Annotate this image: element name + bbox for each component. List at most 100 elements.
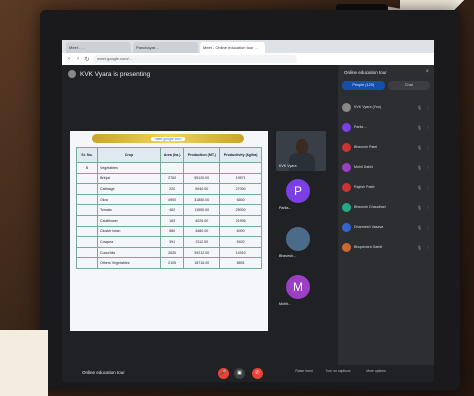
list-item[interactable]: KVK Vyara (You) 🎙 ⋮ bbox=[342, 97, 430, 117]
table-cell bbox=[76, 225, 98, 238]
table-row: Okra 4900 31850.00 6500 bbox=[76, 193, 262, 206]
table-cell: Cluster bean bbox=[97, 225, 161, 238]
participant-list: KVK Vyara (You) 🎙 ⋮ Parita ... 🎙 ⋮ Bhavesh Pat… bbox=[342, 97, 430, 257]
participant-tile-label: Mohit... bbox=[279, 302, 291, 306]
more-icon[interactable]: ⋮ bbox=[426, 165, 430, 170]
section-label: Vegetables bbox=[97, 162, 161, 174]
presenting-banner: KVK Vyara is presenting bbox=[68, 70, 150, 78]
participant-name: Rajesh Patel bbox=[354, 185, 375, 189]
raise-hand-button[interactable]: Raise hand bbox=[290, 369, 318, 373]
tab-chat[interactable]: Chat bbox=[387, 81, 430, 90]
table-cell: 220 bbox=[159, 183, 185, 195]
monitor-screen: Meet - ... Panchayat ... Meet - Online e… bbox=[62, 40, 434, 382]
list-item[interactable]: Bhavesh Patel 🎙 ⋮ bbox=[342, 137, 430, 157]
col-header-crop: Crop bbox=[97, 147, 161, 163]
table-cell: 14910 bbox=[219, 246, 262, 259]
more-icon[interactable]: ⋮ bbox=[426, 145, 430, 150]
table-cell bbox=[76, 257, 98, 269]
presenting-label: KVK Vyara is presenting bbox=[80, 70, 151, 78]
meet-control-bar: Online education tour 🎤 ▣ ✆ Raise hand T… bbox=[62, 365, 434, 382]
more-icon[interactable]: ⋮ bbox=[426, 105, 430, 110]
table-cell: 2105 bbox=[159, 257, 185, 269]
participant-name: Bhupendra Gamit bbox=[354, 245, 383, 249]
end-call-button[interactable]: ✆ bbox=[252, 368, 263, 379]
avatar bbox=[342, 202, 351, 212]
mic-icon: 🎙 bbox=[417, 184, 423, 190]
list-item[interactable]: Dharmesh Vasava 🎙 ⋮ bbox=[342, 217, 430, 237]
table-cell: 21995 bbox=[219, 214, 262, 227]
participant-tile-label: Parita... bbox=[279, 206, 292, 210]
table-cell: Others Vegetables bbox=[97, 257, 161, 269]
list-item[interactable]: Bhupendra Gamit 🎙 ⋮ bbox=[342, 237, 430, 257]
participant-tile-avatar[interactable]: P bbox=[286, 179, 310, 203]
table-row: Brinjal 2760 55120.00 19971 bbox=[76, 172, 262, 185]
browser-tab-bar: Meet - ... Panchayat ... Meet - Online e… bbox=[62, 40, 434, 53]
browser-tab[interactable]: Panchayat ... bbox=[133, 42, 198, 53]
table-cell bbox=[76, 193, 98, 206]
list-item[interactable]: Bhavesh Chaudhari 🎙 ⋮ bbox=[342, 197, 430, 217]
list-item[interactable]: Parita ... 🎙 ⋮ bbox=[342, 117, 430, 137]
browser-tab-active[interactable]: Meet - Online education tour ... bbox=[200, 42, 265, 53]
mic-icon: 🎙 bbox=[417, 144, 423, 150]
back-icon[interactable]: ‹ bbox=[66, 56, 72, 62]
more-icon[interactable]: ⋮ bbox=[426, 225, 430, 230]
presenter-avatar bbox=[68, 70, 76, 78]
table-cell: 11550.00 bbox=[183, 204, 221, 216]
more-icon[interactable]: ⋮ bbox=[426, 205, 430, 210]
table-header-row: Sr. No. Crop Area (ha.) Production (MT.)… bbox=[76, 147, 262, 163]
table-section-row: B Vegetables bbox=[76, 162, 262, 174]
more-icon[interactable]: ⋮ bbox=[426, 245, 430, 250]
table-cell: 5940.00 bbox=[183, 183, 221, 195]
section-number: B bbox=[76, 162, 98, 174]
browser-tab[interactable]: Meet - ... bbox=[66, 42, 131, 53]
table-cell: 6000 bbox=[219, 225, 262, 238]
table-cell: 183 bbox=[159, 214, 185, 227]
table-cell: 4900 bbox=[159, 193, 185, 206]
url-field[interactable]: meet.google.com/... bbox=[93, 55, 297, 63]
participant-tile-avatar[interactable] bbox=[286, 227, 310, 251]
table-cell: 6500 bbox=[219, 193, 262, 206]
close-icon[interactable]: × bbox=[425, 69, 429, 75]
table-cell: Cowpea bbox=[97, 236, 161, 248]
address-bar: ‹ › ↻ meet.google.com/... bbox=[62, 53, 434, 65]
table-cell bbox=[76, 236, 98, 248]
col-header-productivity: Productivity (kg/ha) bbox=[219, 147, 262, 163]
table-cell: Cucurbits bbox=[97, 246, 161, 259]
col-header-production: Production (MT.) bbox=[183, 147, 221, 163]
table-row: Cabbage 220 5940.00 27000 bbox=[76, 183, 262, 195]
avatar bbox=[342, 122, 351, 132]
participant-tile-avatar[interactable]: M bbox=[286, 275, 310, 299]
table-cell bbox=[76, 183, 98, 195]
mic-icon: 🎙 bbox=[417, 164, 423, 170]
more-icon[interactable]: ⋮ bbox=[426, 125, 430, 130]
participant-name: Parita ... bbox=[354, 125, 368, 129]
meeting-name: Online education tour bbox=[82, 370, 125, 375]
panel-title: Online education tour bbox=[344, 70, 387, 75]
crop-table: Sr. No. Crop Area (ha.) Production (MT.)… bbox=[76, 147, 262, 269]
table-cell: 8891 bbox=[219, 257, 262, 269]
table-cell: Okra bbox=[97, 193, 161, 206]
list-item[interactable]: Mohit Dabhi 🎙 ⋮ bbox=[342, 157, 430, 177]
participant-name: KVK Vyara (You) bbox=[354, 105, 381, 109]
table-cell: 580 bbox=[159, 225, 185, 238]
table-cell: 4025.00 bbox=[183, 214, 221, 227]
list-item[interactable]: Rajesh Patel 🎙 ⋮ bbox=[342, 177, 430, 197]
table-cell: 25000 bbox=[219, 204, 262, 216]
more-icon[interactable]: ⋮ bbox=[426, 185, 430, 190]
table-cell: 55120.00 bbox=[183, 172, 221, 185]
tab-people[interactable]: People (120) bbox=[342, 81, 385, 90]
table-row: Cluster bean 580 3480.00 6000 bbox=[76, 225, 262, 238]
table-cell: 3480.00 bbox=[183, 225, 221, 238]
table-cell: 2760 bbox=[159, 172, 185, 185]
table-cell: 2630 bbox=[159, 246, 185, 259]
mic-off-icon[interactable]: 🎤 bbox=[218, 368, 229, 379]
reload-icon[interactable]: ↻ bbox=[84, 56, 90, 63]
captions-button[interactable]: Turn on captions bbox=[324, 369, 352, 373]
forward-icon[interactable]: › bbox=[75, 56, 81, 62]
avatar bbox=[342, 182, 351, 192]
person-body bbox=[289, 153, 315, 171]
self-video-tile[interactable]: KVK Vyara bbox=[276, 131, 326, 171]
table-row: Tomato 462 11550.00 25000 bbox=[76, 204, 262, 216]
camera-icon[interactable]: ▣ bbox=[234, 368, 245, 379]
more-options-button[interactable]: More options bbox=[362, 369, 390, 373]
